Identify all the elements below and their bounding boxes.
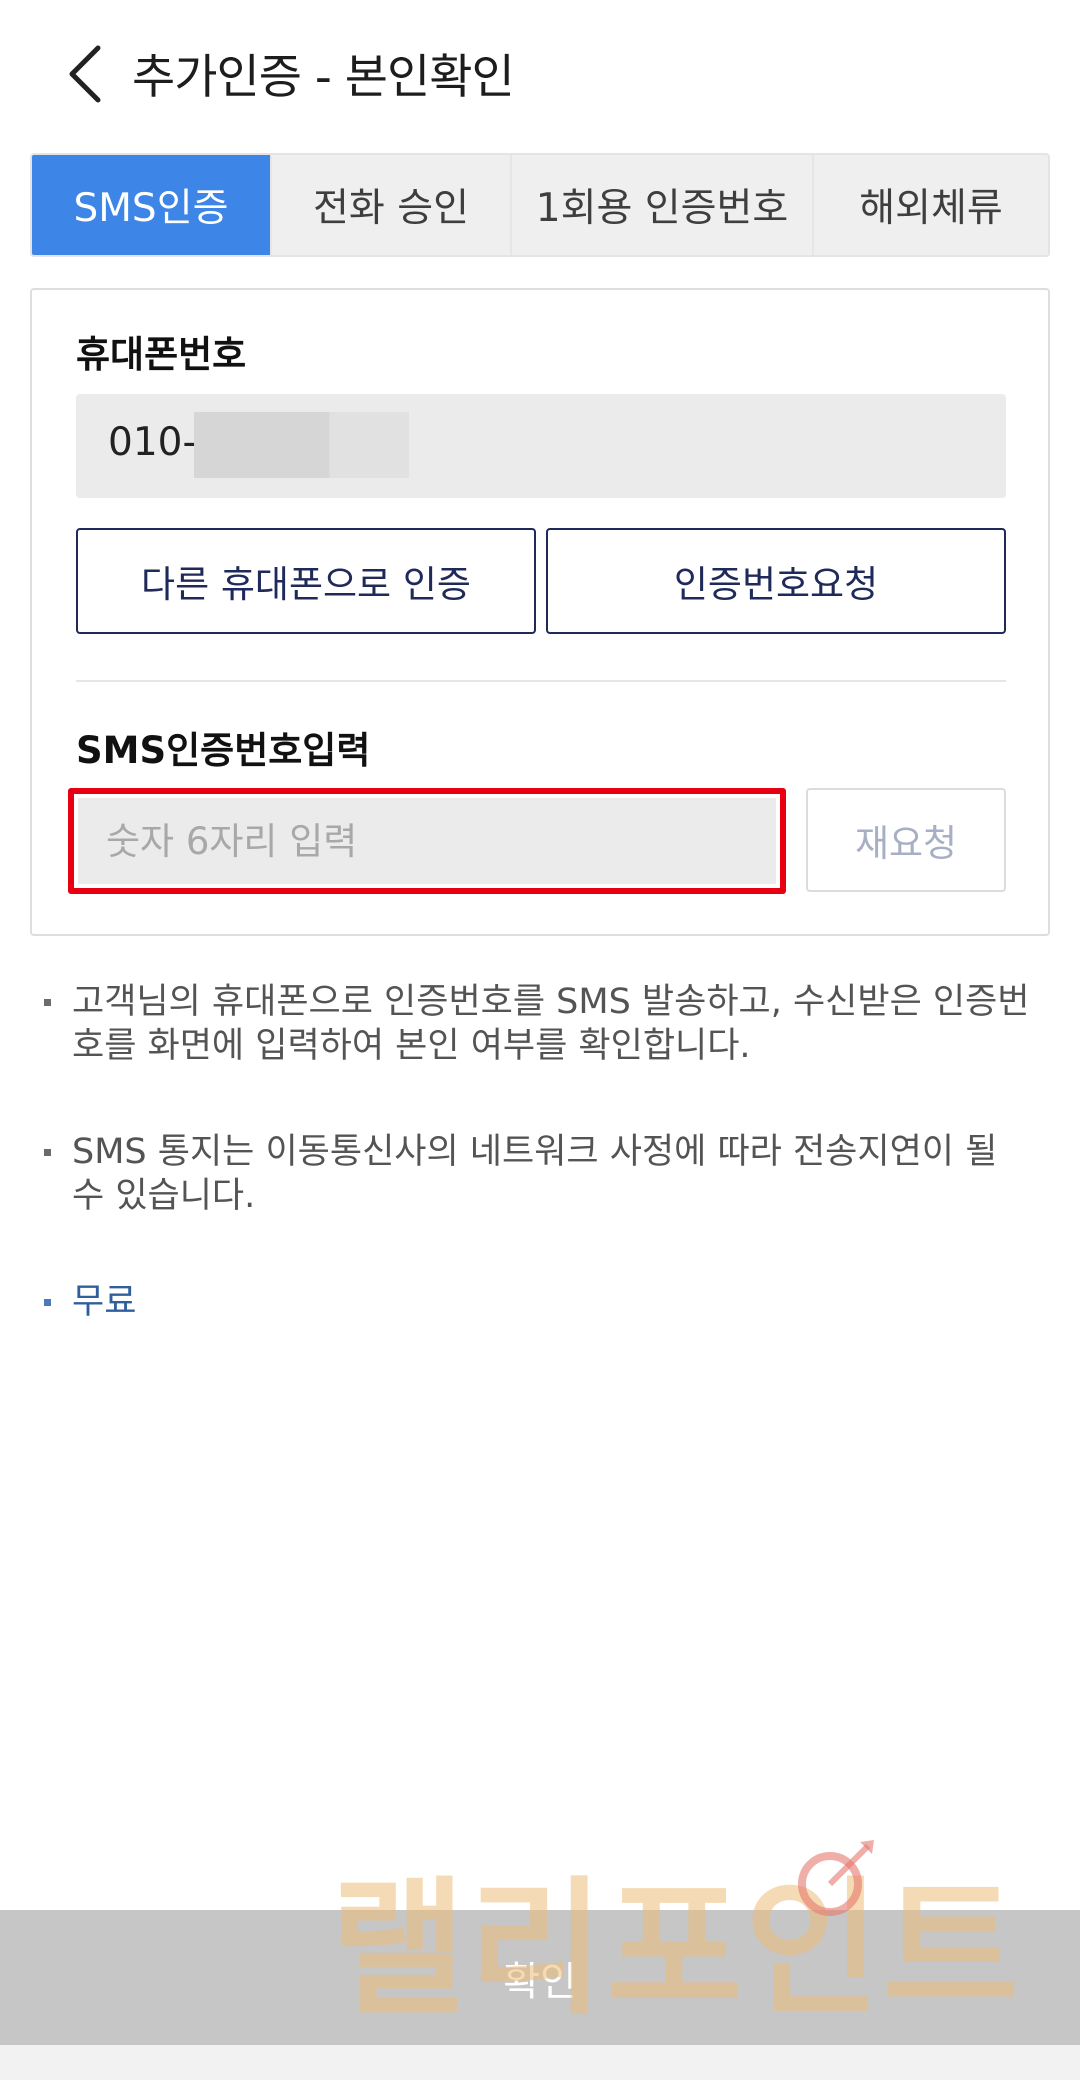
- note-item: SMS 통지는 이동통신사의 네트워크 사정에 따라 전송지연이 될 수 있습니…: [30, 1130, 1030, 1218]
- note-text: 무료: [72, 1282, 137, 1322]
- sms-auth-card: 휴대폰번호 010- 다른 휴대폰으로 인증 인증번호요청 SMS인증번호입력 …: [30, 288, 1050, 936]
- divider: [76, 680, 1006, 682]
- sms-code-input[interactable]: [78, 798, 776, 884]
- tab-phone-approval[interactable]: 전화 승인: [272, 155, 512, 255]
- chevron-left-icon: [69, 45, 101, 103]
- phone-number-prefix: 010-: [108, 420, 197, 465]
- confirm-button[interactable]: 확인: [0, 1910, 1080, 2045]
- back-button[interactable]: [60, 42, 110, 106]
- other-phone-button[interactable]: 다른 휴대폰으로 인증: [76, 528, 536, 634]
- tab-sms[interactable]: SMS인증: [32, 155, 272, 255]
- phone-number-mask: [194, 412, 409, 478]
- header: 추가인증 - 본인확인: [0, 0, 1080, 146]
- page-title: 추가인증 - 본인확인: [132, 50, 515, 105]
- bottom-strip: [0, 2045, 1080, 2080]
- note-item-free: 무료: [30, 1280, 1030, 1324]
- phone-number-field: 010-: [76, 394, 1006, 498]
- note-item: 고객님의 휴대폰으로 인증번호를 SMS 발송하고, 수신받은 인증번호를 화면…: [30, 980, 1030, 1068]
- bullet: [44, 999, 51, 1006]
- tab-overseas[interactable]: 해외체류: [814, 155, 1048, 255]
- note-text: 고객님의 휴대폰으로 인증번호를 SMS 발송하고, 수신받은 인증번호를 화면…: [72, 982, 1030, 1066]
- sms-code-label: SMS인증번호입력: [76, 729, 371, 772]
- phone-number-label: 휴대폰번호: [76, 333, 247, 376]
- sms-code-input-highlight: [68, 788, 786, 894]
- request-code-button[interactable]: 인증번호요청: [546, 528, 1006, 634]
- note-text: SMS 통지는 이동통신사의 네트워크 사정에 따라 전송지연이 될 수 있습니…: [72, 1132, 998, 1216]
- bullet: [44, 1149, 51, 1156]
- bullet: [44, 1299, 51, 1306]
- auth-method-tabs: SMS인증 전화 승인 1회용 인증번호 해외체류: [30, 153, 1050, 257]
- resend-button[interactable]: 재요청: [806, 788, 1006, 892]
- tab-otp[interactable]: 1회용 인증번호: [512, 155, 814, 255]
- sms-verification-page: 추가인증 - 본인확인 SMS인증 전화 승인 1회용 인증번호 해외체류 휴대…: [0, 0, 1080, 2080]
